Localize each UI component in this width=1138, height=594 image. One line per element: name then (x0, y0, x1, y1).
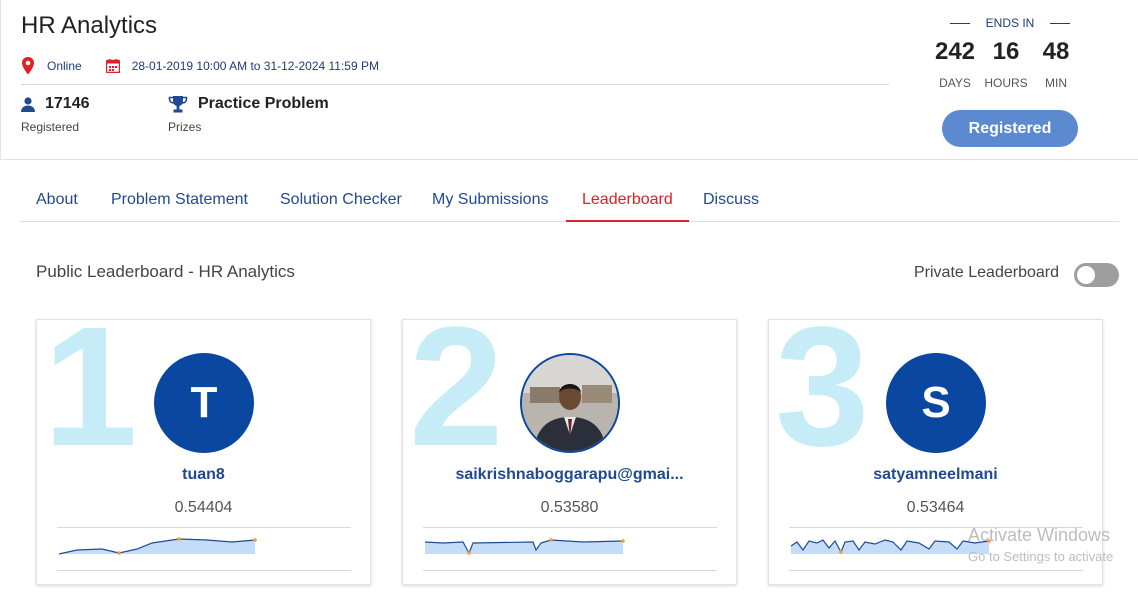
header-divider (21, 84, 889, 85)
tab-leaderboard[interactable]: Leaderboard (566, 180, 689, 222)
date-range: 28-01-2019 10:00 AM to 31-12-2024 11:59 … (131, 59, 379, 73)
leaderboard-card-2: 2 saikrishnaboggarapu@gmai... 0.53580 (402, 319, 737, 585)
private-leaderboard-toggle[interactable] (1074, 263, 1119, 287)
ends-in-line-right (1050, 23, 1070, 24)
sparkline-fill (791, 540, 989, 554)
tab-discuss[interactable]: Discuss (687, 180, 775, 222)
profile-photo (522, 355, 618, 451)
participant-name[interactable]: tuan8 (37, 466, 370, 484)
min-label: MIN (1045, 76, 1067, 90)
tab-about[interactable]: About (20, 180, 94, 222)
sparkline-point (839, 550, 843, 554)
avatar[interactable] (520, 353, 620, 453)
watermark-line-1: Activate Windows (968, 525, 1111, 545)
location-text: Online (47, 59, 82, 73)
registered-stat: 17146 Registered (21, 94, 90, 134)
sparkline-point (621, 539, 625, 543)
leaderboard-title: Public Leaderboard - HR Analytics (36, 262, 295, 281)
toggle-knob (1077, 266, 1095, 284)
sparkline-point (177, 537, 181, 541)
min-value: 48 (1042, 38, 1070, 65)
leaderboard-card-1: 1 T tuan8 0.54404 (36, 319, 371, 585)
contest-header: HR Analytics Online 28-01-2019 10:00 AM … (0, 0, 1138, 160)
participant-name[interactable]: saikrishnaboggarapu@gmai... (403, 466, 736, 484)
windows-activation-watermark: Activate Windows Go to Settings to activ… (968, 525, 1113, 564)
tab-problem-statement[interactable]: Problem Statement (95, 180, 264, 222)
rank-numeral: 2 (409, 319, 504, 482)
participant-score: 0.53464 (906, 499, 965, 516)
participant-score: 0.54404 (174, 499, 233, 516)
calendar-icon (105, 59, 120, 73)
score-sparkline (57, 527, 351, 571)
rank-numeral: 1 (43, 319, 138, 482)
registered-button[interactable]: Registered (942, 110, 1078, 147)
prize-value: Practice Problem (198, 95, 329, 112)
watermark-line-2: Go to Settings to activate (968, 549, 1114, 564)
sparkline-point (253, 538, 257, 542)
ends-in-label: ENDS IN (927, 16, 1087, 32)
location-pin-icon (22, 57, 34, 75)
trophy-icon (168, 95, 188, 112)
tab-my-submissions[interactable]: My Submissions (416, 180, 564, 222)
participant-score: 0.53580 (540, 499, 599, 516)
prizes-stat: Practice Problem Prizes (168, 94, 329, 134)
sparkline-chart (424, 538, 625, 555)
tab-solution-checker[interactable]: Solution Checker (264, 180, 418, 222)
sparkline-point (549, 538, 553, 542)
rank-numeral: 3 (775, 319, 870, 482)
registered-count: 17146 (45, 95, 90, 112)
user-icon (21, 96, 35, 112)
page-title: HR Analytics (21, 12, 158, 39)
private-leaderboard-label: Private Leaderboard (914, 264, 1059, 281)
prizes-label: Prizes (168, 120, 202, 134)
avatar[interactable]: T (154, 353, 254, 453)
contest-meta: Online 28-01-2019 10:00 AM to 31-12-2024… (21, 56, 379, 76)
avatar[interactable]: S (886, 353, 986, 453)
registered-label: Registered (21, 120, 80, 134)
countdown-min: 48 MIN (1026, 38, 1086, 90)
contest-tabs: About Problem Statement Solution Checker… (20, 180, 1119, 222)
sparkline-chart (58, 537, 257, 555)
score-sparkline (423, 527, 717, 571)
sparkline-point (117, 551, 121, 555)
sparkline-point (467, 551, 471, 555)
participant-name[interactable]: satyamneelmani (769, 466, 1102, 484)
